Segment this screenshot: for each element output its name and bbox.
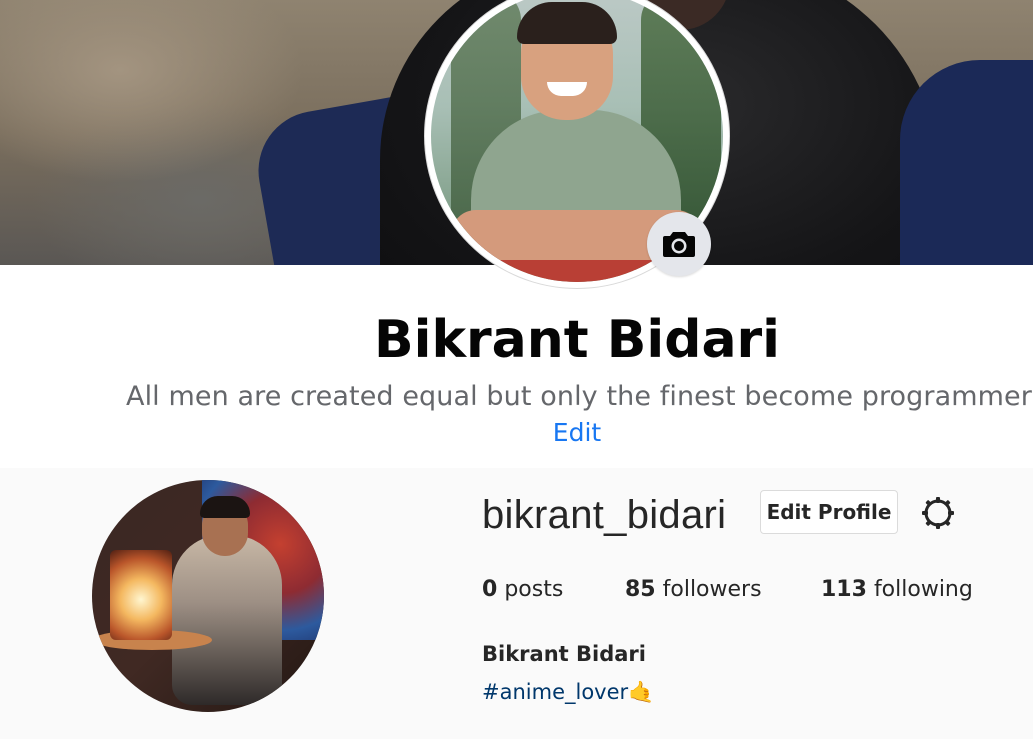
following-link[interactable]: 113 following bbox=[821, 575, 973, 605]
username: bikrant_bidari bbox=[482, 493, 727, 537]
bio-text: All men are created equal but only the f… bbox=[126, 381, 1032, 412]
posts-count: 0 posts bbox=[482, 575, 563, 605]
edit-bio-link[interactable]: Edit bbox=[0, 417, 1033, 449]
profile-bio: All men are created equal but only the f… bbox=[126, 379, 1032, 415]
followers-number: 85 bbox=[625, 577, 656, 602]
hashtag-text[interactable]: #anime_lover bbox=[482, 680, 628, 704]
camera-icon bbox=[663, 232, 695, 257]
update-profile-picture-button[interactable] bbox=[647, 212, 711, 276]
edit-profile-button[interactable]: Edit Profile bbox=[760, 490, 898, 534]
following-label: following bbox=[873, 577, 973, 602]
posts-number: 0 bbox=[482, 577, 498, 602]
edit-bio-label[interactable]: Edit bbox=[553, 418, 601, 447]
hashtag-link[interactable]: #anime_lover🤙 bbox=[482, 677, 654, 707]
profile-name: Bikrant Bidari bbox=[374, 310, 780, 370]
gear-icon bbox=[922, 497, 954, 529]
call-me-hand-emoji: 🤙 bbox=[628, 680, 655, 704]
account-full-name: Bikrant Bidari bbox=[482, 642, 646, 666]
settings-button[interactable] bbox=[917, 492, 959, 534]
posts-label: posts bbox=[504, 577, 564, 602]
followers-label: followers bbox=[662, 577, 762, 602]
profile-page: Bikrant Bidari All men are created equal… bbox=[0, 0, 1033, 739]
following-number: 113 bbox=[821, 577, 867, 602]
account-avatar[interactable] bbox=[92, 480, 324, 712]
followers-link[interactable]: 85 followers bbox=[625, 575, 762, 605]
